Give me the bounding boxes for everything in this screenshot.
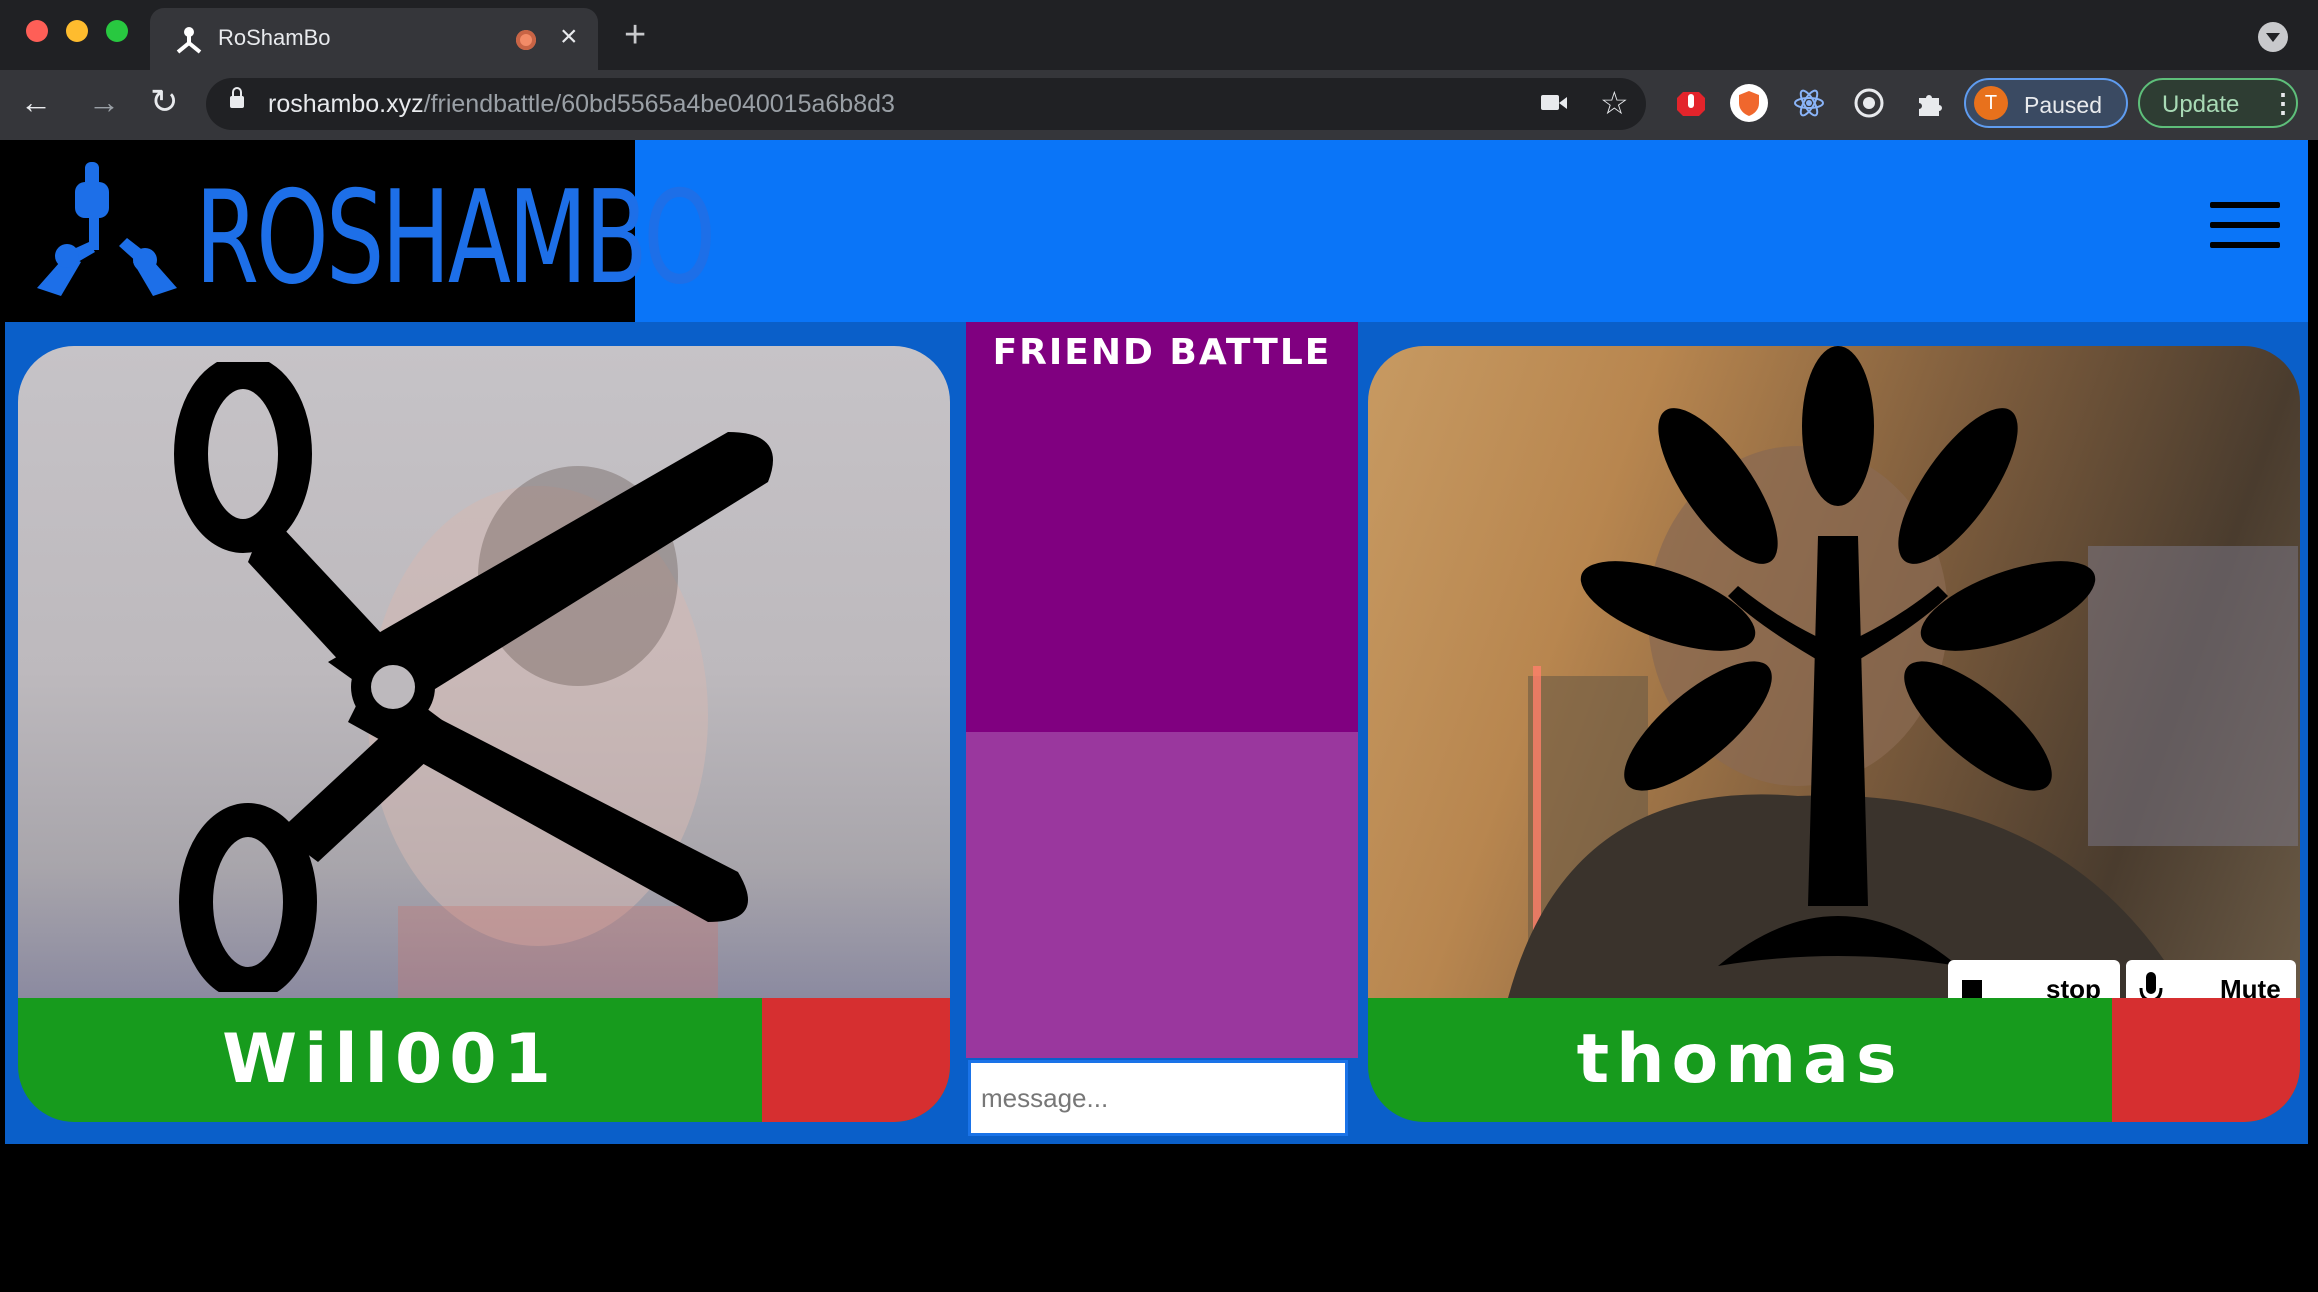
player-name-bar-left: Will001 bbox=[18, 998, 950, 1122]
player-status-right bbox=[2112, 998, 2300, 1122]
extension-brave-shield-icon[interactable] bbox=[1730, 84, 1768, 122]
new-tab-button[interactable]: + bbox=[624, 14, 646, 57]
back-button[interactable]: ← bbox=[20, 84, 52, 121]
hamburger-menu-icon[interactable] bbox=[2210, 202, 2280, 248]
player-name-right: thomas bbox=[1576, 1020, 1904, 1099]
battle-arena: Will001 FRIEND BATTLE message... stop Mu… bbox=[5, 322, 2308, 1144]
browser-tab[interactable]: RoShamBo × bbox=[150, 8, 598, 70]
tab-close-icon[interactable]: × bbox=[560, 20, 578, 54]
browser-toolbar: ← → ↻ roshambo.xyz/friendbattle/60bd5565… bbox=[0, 70, 2318, 140]
bookmark-star-icon[interactable]: ☆ bbox=[1600, 84, 1629, 122]
message-input[interactable] bbox=[968, 1060, 1348, 1136]
player-card-right: stop Mute thomas bbox=[1368, 346, 2300, 1122]
browser-tabstrip: RoShamBo × + bbox=[0, 0, 2318, 70]
forward-button[interactable]: → bbox=[88, 84, 120, 121]
extension-adblock-icon[interactable] bbox=[1672, 84, 1710, 122]
scissors-icon bbox=[174, 362, 773, 992]
camera-in-use-icon[interactable] bbox=[1541, 95, 1567, 110]
close-window-button[interactable] bbox=[26, 20, 48, 42]
update-label: Update bbox=[2162, 91, 2240, 118]
avatar: T bbox=[1974, 86, 2008, 120]
address-bar[interactable]: roshambo.xyz/friendbattle/60bd5565a4be04… bbox=[206, 78, 1646, 130]
friend-battle-title: FRIEND BATTLE bbox=[992, 332, 1332, 373]
maximize-window-button[interactable] bbox=[106, 20, 128, 42]
site-header: ROSHAMBO bbox=[5, 140, 2308, 322]
url-text[interactable]: roshambo.xyz/friendbattle/60bd5565a4be04… bbox=[268, 90, 895, 119]
site-logo[interactable]: ROSHAMBO bbox=[5, 140, 716, 322]
player-card-left: Will001 bbox=[18, 346, 950, 1122]
minimize-window-button[interactable] bbox=[66, 20, 88, 42]
recording-indicator-icon bbox=[516, 30, 536, 50]
player-video-right: stop Mute bbox=[1368, 346, 2300, 1020]
reload-button[interactable]: ↻ bbox=[150, 82, 179, 122]
browser-menu-icon[interactable]: ⋮ bbox=[2270, 88, 2296, 119]
roshambo-favicon-icon bbox=[176, 27, 202, 54]
tab-title: RoShamBo bbox=[218, 25, 331, 50]
chat-lower-area bbox=[966, 732, 1358, 1058]
lock-icon[interactable] bbox=[230, 87, 244, 108]
hands-logo-icon bbox=[37, 162, 177, 296]
update-button[interactable]: Update ⋮ bbox=[2138, 78, 2298, 128]
extension-target-icon[interactable] bbox=[1850, 84, 1888, 122]
profile-status-label: Paused bbox=[2024, 92, 2103, 118]
chat-messages-area bbox=[966, 322, 1358, 732]
stop-icon bbox=[1962, 980, 1982, 1000]
extension-react-devtools-icon[interactable] bbox=[1790, 84, 1828, 122]
logo-text: ROSHAMBO bbox=[195, 164, 716, 313]
paper-tree-icon bbox=[1580, 346, 2096, 966]
player-video-left bbox=[18, 346, 950, 998]
player-name-bar-right: thomas bbox=[1368, 998, 2300, 1122]
tab-search-icon[interactable] bbox=[2258, 22, 2288, 52]
player-status-left bbox=[762, 998, 950, 1122]
player-name-left: Will001 bbox=[222, 1020, 558, 1099]
extensions-puzzle-icon[interactable] bbox=[1910, 84, 1948, 122]
profile-button[interactable]: T Paused bbox=[1964, 78, 2128, 128]
friend-battle-panel: FRIEND BATTLE bbox=[966, 322, 1358, 1144]
